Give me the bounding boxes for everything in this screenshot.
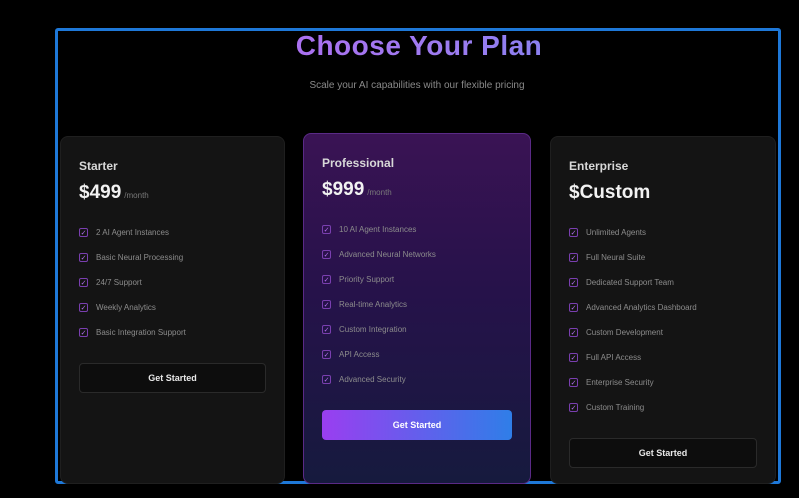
feature-item: ✓ Enterprise Security [569, 370, 757, 395]
plan-name: Enterprise [569, 159, 629, 173]
check-icon: ✓ [322, 275, 331, 284]
feature-item: ✓ Advanced Analytics Dashboard [569, 295, 757, 320]
feature-label: API Access [339, 350, 380, 359]
check-icon: ✓ [322, 375, 331, 384]
page-subtitle: Scale your AI capabilities with our flex… [309, 80, 525, 91]
check-icon: ✓ [322, 350, 331, 359]
feature-item: ✓ Full Neural Suite [569, 245, 757, 270]
feature-item: ✓ Basic Integration Support [79, 320, 266, 345]
feature-label: Custom Integration [339, 325, 407, 334]
feature-label: Unlimited Agents [586, 228, 647, 237]
feature-item: ✓ Basic Neural Processing [79, 245, 266, 270]
plan-price: $499 [79, 182, 122, 203]
feature-label: Basic Integration Support [96, 328, 186, 337]
feature-item: ✓ Advanced Security [322, 367, 512, 392]
get-started-button-professional[interactable]: Get Started [322, 410, 512, 440]
feature-label: Weekly Analytics [96, 303, 156, 312]
check-icon: ✓ [79, 328, 88, 337]
feature-label: Custom Training [586, 403, 645, 412]
feature-label: Advanced Security [339, 375, 406, 384]
feature-item: ✓ API Access [322, 342, 512, 367]
feature-item: ✓ 24/7 Support [79, 270, 266, 295]
feature-list: ✓ 2 AI Agent Instances ✓ Basic Neural Proc… [79, 220, 266, 345]
feature-label: Basic Neural Processing [96, 253, 184, 262]
get-started-button-enterprise[interactable]: Get Started [569, 438, 757, 468]
check-icon: ✓ [569, 253, 578, 262]
feature-label: Advanced Analytics Dashboard [586, 303, 697, 312]
plan-card-starter: Starter $499 /month ✓ 2 AI Agent Instance… [60, 136, 285, 484]
feature-item: ✓ Priority Support [322, 267, 512, 292]
plan-name: Starter [79, 159, 118, 173]
page-title: Choose Your Plan [0, 30, 799, 62]
check-icon: ✓ [569, 328, 578, 337]
feature-label: 24/7 Support [96, 278, 142, 287]
feature-item: ✓ Real-time Analytics [322, 292, 512, 317]
feature-label: Full Neural Suite [586, 253, 646, 262]
feature-item: ✓ Unlimited Agents [569, 220, 757, 245]
plan-card-enterprise: Enterprise $Custom ✓ Unlimited Agents ✓ Fu… [550, 136, 776, 484]
check-icon: ✓ [322, 325, 331, 334]
feature-item: ✓ Dedicated Support Team [569, 270, 757, 295]
check-icon: ✓ [569, 278, 578, 287]
plan-period: /month [124, 191, 149, 200]
check-icon: ✓ [322, 300, 331, 309]
plan-card-professional: Professional $999 /month ✓ 10 AI Agent In… [303, 133, 531, 484]
feature-item: ✓ Weekly Analytics [79, 295, 266, 320]
check-icon: ✓ [322, 250, 331, 259]
price-row: $499 /month [79, 182, 266, 204]
feature-item: ✓ 10 AI Agent Instances [322, 217, 512, 242]
feature-label: 2 AI Agent Instances [96, 228, 169, 237]
check-icon: ✓ [322, 225, 331, 234]
feature-label: Enterprise Security [586, 378, 654, 387]
check-icon: ✓ [569, 228, 578, 237]
feature-label: Advanced Neural Networks [339, 250, 436, 259]
feature-item: ✓ Custom Training [569, 395, 757, 420]
plan-price: $Custom [569, 182, 651, 203]
feature-label: 10 AI Agent Instances [339, 225, 417, 234]
feature-item: ✓ Custom Integration [322, 317, 512, 342]
price-row: $Custom [569, 182, 757, 204]
check-icon: ✓ [569, 303, 578, 312]
check-icon: ✓ [79, 278, 88, 287]
feature-label: Real-time Analytics [339, 300, 408, 309]
feature-label: Priority Support [339, 275, 395, 284]
feature-label: Full API Access [586, 353, 642, 362]
feature-item: ✓ 2 AI Agent Instances [79, 220, 266, 245]
get-started-button-starter[interactable]: Get Started [79, 363, 266, 393]
check-icon: ✓ [569, 353, 578, 362]
check-icon: ✓ [79, 253, 88, 262]
check-icon: ✓ [569, 378, 578, 387]
feature-list: ✓ Unlimited Agents ✓ Full Neural Suite ✓ De… [569, 220, 757, 420]
feature-item: ✓ Advanced Neural Networks [322, 242, 512, 267]
feature-item: ✓ Full API Access [569, 345, 757, 370]
plan-price: $999 [322, 179, 365, 200]
feature-label: Dedicated Support Team [586, 278, 674, 287]
check-icon: ✓ [569, 403, 578, 412]
price-row: $999 /month [322, 179, 512, 201]
check-icon: ✓ [79, 303, 88, 312]
feature-list: ✓ 10 AI Agent Instances ✓ Advanced Neural … [322, 217, 512, 392]
feature-label: Custom Development [586, 328, 663, 337]
plan-name: Professional [322, 156, 395, 170]
check-icon: ✓ [79, 228, 88, 237]
feature-item: ✓ Custom Development [569, 320, 757, 345]
plan-period: /month [367, 188, 392, 197]
